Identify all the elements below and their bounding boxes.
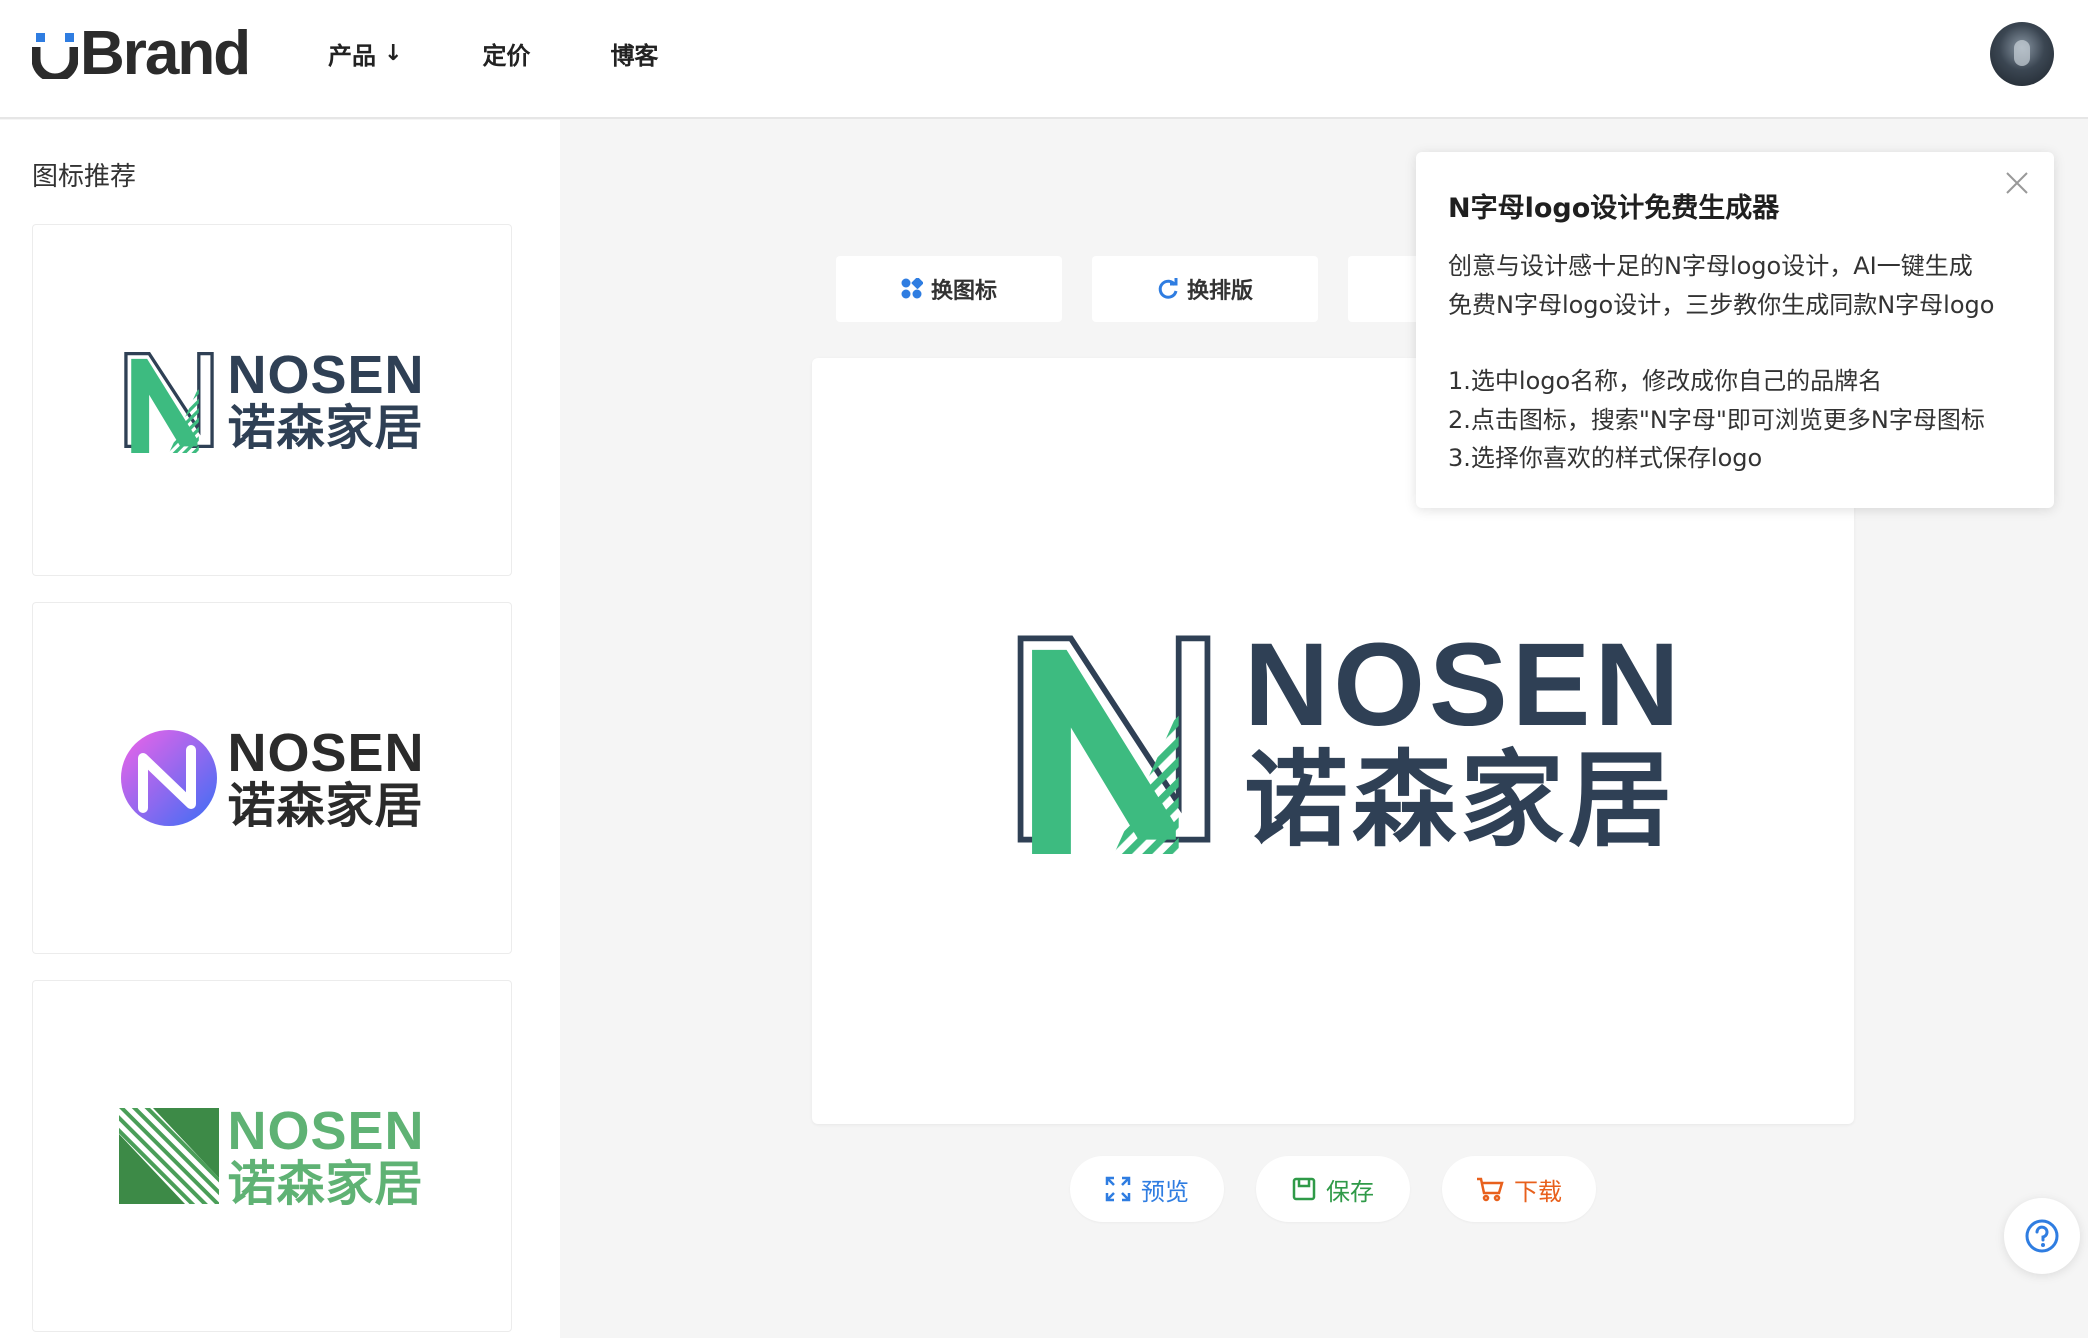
brand-name: Brand [80, 19, 251, 88]
close-icon[interactable] [2002, 168, 2032, 198]
change-icon-label: 换图标 [930, 279, 997, 304]
preview-button[interactable]: 预览 [1070, 1156, 1224, 1222]
popover-step: 1.选中logo名称，修改成你自己的品牌名 [1448, 367, 1883, 395]
main-logo[interactable]: NOSEN 诺森家居 [1006, 624, 1684, 854]
logo-preview: NOSEN 诺森家居 [119, 347, 424, 453]
main-logo-chinese-name[interactable]: 诺森家居 [1244, 748, 1684, 852]
preview-label: 预览 [1141, 1177, 1189, 1206]
logo-suggestion-card-3[interactable]: NOSEN 诺森家居 [32, 980, 512, 1332]
nav-blog[interactable]: 博客 [610, 36, 658, 71]
info-popover: N字母logo设计免费生成器 创意与设计感十足的N字母logo设计，AI一键生成… [1416, 152, 2054, 508]
user-avatar[interactable] [1990, 22, 2054, 86]
top-header: Brand 产品 ↓ 定价 博客 [0, 0, 2088, 119]
n-green-block-icon [119, 1108, 220, 1204]
help-button[interactable] [2004, 1198, 2080, 1274]
popover-line: 免费N字母logo设计，三步教你生成同款N字母logo [1448, 290, 1995, 319]
refresh-icon [1157, 278, 1179, 300]
floppy-disk-icon [1292, 1177, 1316, 1201]
popover-title: N字母logo设计免费生成器 [1448, 193, 1780, 224]
nav-pricing[interactable]: 定价 [482, 36, 530, 71]
nav-products-label: 产品 [328, 42, 376, 70]
n-gradient-circle-icon [121, 730, 218, 826]
save-button[interactable]: 保存 [1256, 1156, 1410, 1222]
logo-english-name: NOSEN [227, 1101, 425, 1161]
u-logo-icon [32, 33, 78, 79]
logo-preview: NOSEN 诺森家居 [119, 1104, 424, 1208]
logo-suggestion-card-1[interactable]: NOSEN 诺森家居 [32, 224, 512, 576]
popover-step: 2.点击图标，搜索"N字母"即可浏览更多N字母图标 [1448, 405, 1985, 434]
question-icon [2025, 1219, 2059, 1253]
cart-icon [1476, 1176, 1504, 1202]
download-button[interactable]: 下载 [1442, 1156, 1596, 1222]
ubrand-logo[interactable]: Brand [32, 19, 251, 88]
logo-english-name: NOSEN [227, 345, 425, 405]
sidebar-title: 图标推荐 [32, 162, 137, 192]
save-label: 保存 [1326, 1177, 1374, 1206]
main-nav: 产品 ↓ 定价 博客 [328, 36, 738, 71]
popover-step: 3.选择你喜欢的样式保存logo [1448, 444, 1763, 472]
nav-blog-label: 博客 [610, 42, 659, 70]
grid-icon [901, 278, 923, 300]
logo-english-name: NOSEN [227, 723, 425, 783]
arrow-down-icon: ↓ [384, 41, 403, 66]
change-layout-label: 换排版 [1186, 279, 1253, 304]
popover-spacer [1448, 324, 2022, 362]
expand-icon [1105, 1176, 1131, 1202]
nav-pricing-label: 定价 [482, 42, 531, 70]
change-layout-button[interactable]: 换排版 [1092, 256, 1318, 322]
logo-chinese-name: 诺森家居 [227, 1156, 424, 1212]
logo-preview: NOSEN 诺森家居 [119, 726, 424, 830]
logo-chinese-name: 诺森家居 [227, 778, 424, 834]
logo-suggestion-card-2[interactable]: NOSEN 诺森家居 [32, 602, 512, 954]
download-label: 下载 [1514, 1177, 1562, 1206]
nav-products[interactable]: 产品 ↓ [328, 36, 402, 71]
n-striped-mark-icon [124, 351, 215, 453]
n-striped-mark-icon [1017, 635, 1211, 854]
change-icon-button[interactable]: 换图标 [836, 256, 1062, 322]
main-logo-english-name[interactable]: NOSEN [1244, 626, 1684, 744]
logo-chinese-name: 诺森家居 [227, 400, 424, 456]
icon-recommend-sidebar: 图标推荐 NOSEN 诺森家居 NOSEN 诺森家居 NOSEN 诺森家居 [0, 120, 560, 1338]
popover-line: 创意与设计感十足的N字母logo设计，AI一键生成 [1448, 252, 1973, 280]
